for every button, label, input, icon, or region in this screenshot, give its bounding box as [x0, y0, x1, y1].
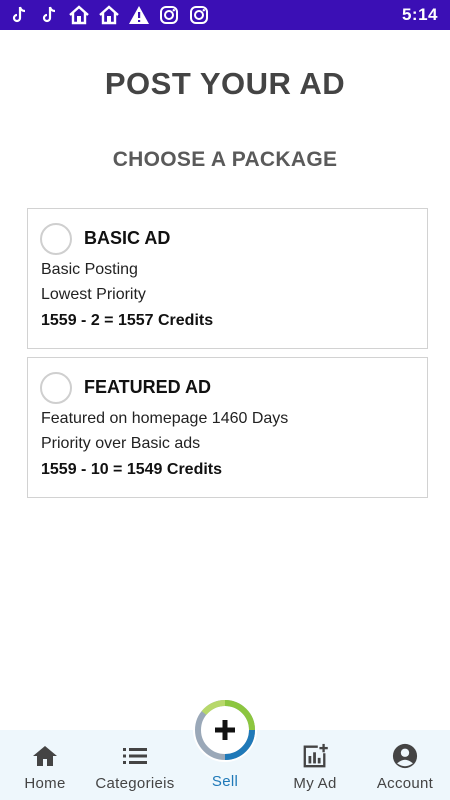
instagram-icon	[188, 4, 210, 26]
section-title: CHOOSE A PACKAGE	[112, 148, 338, 171]
package-feature: Lowest Priority	[41, 286, 146, 303]
package-feature: Featured on homepage 1460 Days	[41, 410, 289, 427]
chart-add-icon	[302, 743, 328, 769]
home-icon	[68, 4, 90, 26]
tiktok-icon	[38, 4, 60, 26]
notification-icons	[8, 3, 210, 27]
package-title: FEATURED AD	[84, 377, 211, 397]
nav-item-my-ad[interactable]: My Ad	[270, 730, 360, 800]
list-icon	[122, 743, 148, 769]
package-title: BASIC AD	[84, 228, 171, 248]
nav-label: Home	[24, 775, 66, 792]
instagram-icon	[158, 4, 180, 26]
account-circle-icon	[392, 743, 418, 769]
status-time: 5:14	[401, 5, 438, 24]
package-credits: 1559 - 2 = 1557 Credits	[41, 312, 214, 329]
warning-icon	[128, 4, 150, 26]
radio-button-featured[interactable]	[40, 372, 72, 404]
radio-button-basic[interactable]	[40, 223, 72, 255]
nav-label: Account	[376, 775, 434, 792]
nav-label: Categorieis	[95, 775, 175, 792]
package-card-basic[interactable]: BASIC AD Basic Posting Lowest Priority 1…	[27, 208, 428, 349]
page-title: POST YOUR AD	[104, 66, 346, 101]
nav-item-home[interactable]: Home	[0, 730, 90, 800]
home-icon	[32, 743, 58, 769]
nav-item-categories[interactable]: Categorieis	[90, 730, 180, 800]
package-credits: 1559 - 10 = 1549 Credits	[41, 461, 223, 478]
tiktok-icon	[8, 4, 30, 26]
nav-label: Sell	[211, 773, 239, 790]
home-icon	[98, 4, 120, 26]
package-feature: Priority over Basic ads	[41, 435, 201, 452]
plus-icon	[194, 699, 256, 761]
sell-button[interactable]	[193, 698, 257, 762]
nav-item-account[interactable]: Account	[360, 730, 450, 800]
status-bar: 5:14	[0, 0, 450, 30]
nav-label: My Ad	[293, 775, 337, 792]
package-feature: Basic Posting	[41, 261, 138, 278]
package-card-featured[interactable]: FEATURED AD Featured on homepage 1460 Da…	[27, 357, 428, 498]
